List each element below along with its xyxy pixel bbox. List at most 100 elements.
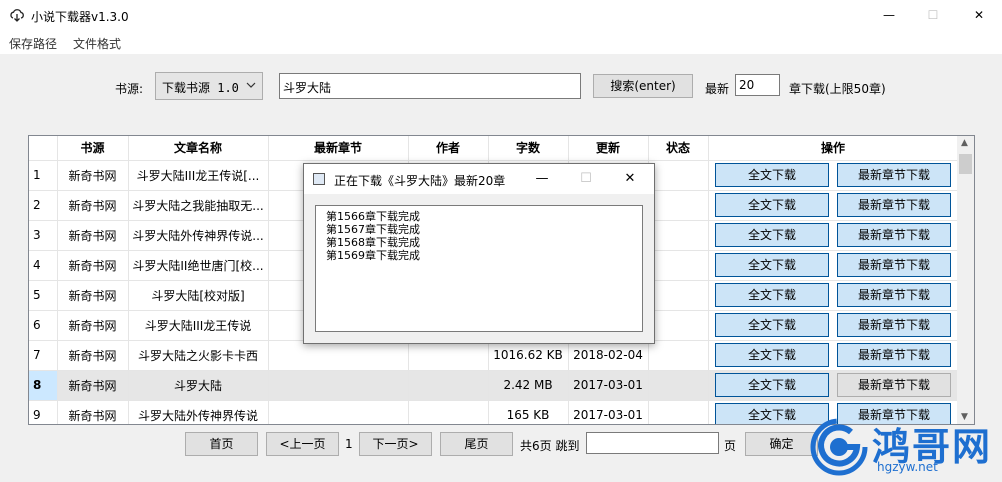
full-download-button[interactable]: 全文下载	[715, 193, 829, 217]
col-header-updated[interactable]: 更新	[568, 136, 649, 161]
menu-file-format[interactable]: 文件格式	[73, 35, 121, 52]
cell-actions: 全文下载 最新章节下载	[708, 250, 959, 281]
col-header-name[interactable]: 文章名称	[128, 136, 269, 161]
source-select-value: 下载书源 1.0	[162, 81, 239, 95]
col-header-size[interactable]: 字数	[488, 136, 569, 161]
row-number: 2	[29, 190, 58, 221]
col-header-source[interactable]: 书源	[57, 136, 129, 161]
col-header-status[interactable]: 状态	[648, 136, 709, 161]
cell-latest-chapter	[268, 400, 409, 424]
latest-chapter-download-button[interactable]: 最新章节下载	[837, 193, 951, 217]
table-header: 书源 文章名称 最新章节 作者 字数 更新 状态 操作	[29, 136, 959, 161]
scroll-thumb[interactable]	[959, 154, 972, 174]
latest-chapter-download-button[interactable]: 最新章节下载	[837, 163, 951, 187]
cell-actions: 全文下载 最新章节下载	[708, 340, 959, 371]
latest-chapter-download-button[interactable]: 最新章节下载	[837, 283, 951, 307]
cell-name: 斗罗大陆II绝世唐门[校...	[128, 250, 269, 281]
latest-chapter-download-button[interactable]: 最新章节下载	[837, 313, 951, 337]
row-number: 8	[29, 370, 58, 401]
cell-status	[648, 340, 709, 371]
cell-author	[408, 340, 489, 371]
log-line: 第1567章下载完成	[326, 223, 420, 236]
search-button[interactable]: 搜索(enter)	[593, 74, 693, 98]
col-header-author[interactable]: 作者	[408, 136, 489, 161]
title-bar: 小说下载器v1.3.0 — ☐ ✕	[0, 0, 1002, 30]
cell-status	[648, 190, 709, 221]
cell-size: 2.42 MB	[488, 370, 569, 401]
menu-save-path[interactable]: 保存路径	[9, 35, 57, 52]
full-download-button[interactable]: 全文下载	[715, 343, 829, 367]
full-download-button[interactable]: 全文下载	[715, 163, 829, 187]
full-download-button[interactable]: 全文下载	[715, 253, 829, 277]
jump-page-input[interactable]	[586, 432, 719, 454]
table-row[interactable]: 8 新奇书网 斗罗大陆 2.42 MB 2017-03-01 全文下载 最新章节下载	[29, 370, 959, 401]
col-header-actions[interactable]: 操作	[708, 136, 959, 161]
cell-source: 新奇书网	[57, 400, 129, 424]
latest-chapter-download-button[interactable]: 最新章节下载	[837, 343, 951, 367]
col-header-num	[29, 136, 58, 161]
full-download-button[interactable]: 全文下载	[715, 373, 829, 397]
cell-actions: 全文下载 最新章节下载	[708, 190, 959, 221]
download-cloud-icon	[10, 9, 24, 22]
last-page-button[interactable]: 尾页	[440, 432, 513, 456]
dialog-title: 正在下载《斗罗大陆》最新20章	[334, 174, 506, 188]
table-row[interactable]: 7 新奇书网 斗罗大陆之火影卡卡西 1016.62 KB 2018-02-04 全文下载最…	[29, 340, 959, 371]
download-progress-dialog: 正在下载《斗罗大陆》最新20章 — ☐ ✕ 第1566章下载完成 第1567章下…	[303, 163, 655, 344]
cell-author	[408, 370, 489, 401]
row-number: 9	[29, 400, 58, 424]
cell-name: 斗罗大陆III龙王传说[...	[128, 160, 269, 191]
source-select[interactable]: 下载书源 1.0	[155, 72, 263, 100]
minimize-button[interactable]: —	[866, 0, 912, 30]
full-download-button[interactable]: 全文下载	[715, 313, 829, 337]
latest-chapter-download-button[interactable]: 最新章节下载	[837, 253, 951, 277]
row-number: 4	[29, 250, 58, 281]
cell-updated: 2017-03-01	[568, 400, 649, 424]
source-label: 书源:	[115, 82, 144, 96]
col-header-latest-chapter[interactable]: 最新章节	[268, 136, 409, 161]
latest-chapter-download-button[interactable]: 最新章节下载	[837, 373, 951, 397]
first-page-button[interactable]: 首页	[185, 432, 258, 456]
cell-status	[648, 220, 709, 251]
cell-name: 斗罗大陆外传神界传说...	[128, 220, 269, 251]
site-watermark: 鸿哥网 hgzyw.net	[807, 412, 1002, 482]
close-button[interactable]: ✕	[956, 0, 1002, 30]
dialog-window-icon	[313, 173, 325, 185]
cell-status	[648, 370, 709, 401]
cell-name: 斗罗大陆	[128, 370, 269, 401]
vertical-scrollbar[interactable]: ▲ ▼	[957, 136, 974, 424]
cell-name: 斗罗大陆之火影卡卡西	[128, 340, 269, 371]
cell-size: 165 KB	[488, 400, 569, 424]
cell-source: 新奇书网	[57, 280, 129, 311]
log-line: 第1568章下载完成	[326, 236, 420, 249]
full-download-button[interactable]: 全文下载	[715, 223, 829, 247]
dialog-close-button[interactable]: ✕	[608, 164, 652, 194]
search-input[interactable]: 斗罗大陆	[279, 73, 581, 99]
prev-page-button[interactable]: <上一页	[266, 432, 339, 456]
full-download-button[interactable]: 全文下载	[715, 283, 829, 307]
cell-source: 新奇书网	[57, 310, 129, 341]
cell-updated: 2017-03-01	[568, 370, 649, 401]
cell-author	[408, 400, 489, 424]
cell-status	[648, 280, 709, 311]
cell-name: 斗罗大陆之我能抽取无...	[128, 190, 269, 221]
row-number: 7	[29, 340, 58, 371]
cell-source: 新奇书网	[57, 220, 129, 251]
chevron-down-icon	[246, 82, 256, 88]
next-page-button[interactable]: 下一页>	[359, 432, 432, 456]
cell-status	[648, 160, 709, 191]
latest-count-input[interactable]: 20	[735, 74, 780, 96]
cell-status	[648, 400, 709, 424]
download-log-textarea[interactable]: 第1566章下载完成 第1567章下载完成 第1568章下载完成 第1569章下…	[315, 205, 643, 332]
dialog-minimize-button[interactable]: —	[520, 164, 564, 194]
cell-size: 1016.62 KB	[488, 340, 569, 371]
log-line: 第1569章下载完成	[326, 249, 420, 262]
dialog-maximize-button[interactable]: ☐	[564, 164, 608, 194]
latest-chapter-download-button[interactable]: 最新章节下载	[837, 223, 951, 247]
cell-name: 斗罗大陆外传神界传说	[128, 400, 269, 424]
maximize-button[interactable]: ☐	[910, 0, 956, 30]
cell-status	[648, 250, 709, 281]
current-page: 1	[345, 437, 353, 451]
total-pages-label: 共6页 跳到	[520, 439, 580, 453]
scroll-up-icon[interactable]: ▲	[961, 138, 968, 148]
row-number: 1	[29, 160, 58, 191]
